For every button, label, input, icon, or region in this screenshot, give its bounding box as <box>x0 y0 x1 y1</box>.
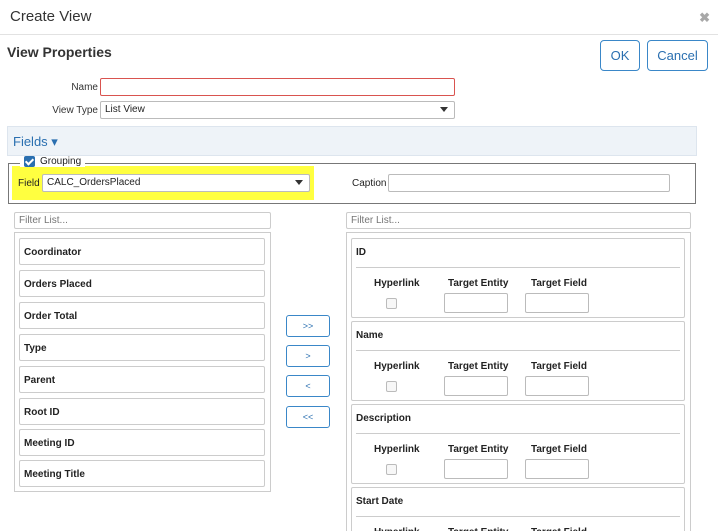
list-item[interactable]: Order Total <box>19 302 265 329</box>
caption-label: Caption <box>352 178 387 189</box>
available-list: Coordinator Orders Placed Order Total Ty… <box>14 232 271 492</box>
hyperlink-checkbox[interactable] <box>386 298 397 309</box>
grouping-legend: Grouping <box>20 156 86 167</box>
target-field-header: Target Field <box>531 444 587 455</box>
selected-field-card: ID Hyperlink Target Entity Target Field <box>351 238 685 318</box>
card-title: Description <box>356 413 412 424</box>
grouping-field-value: CALC_OrdersPlaced <box>47 177 141 188</box>
view-type-value: List View <box>105 104 145 115</box>
divider <box>356 516 680 517</box>
remove-button[interactable]: < <box>286 375 330 397</box>
close-icon[interactable]: ✖ <box>699 10 710 26</box>
grouping-checkbox[interactable] <box>24 156 35 167</box>
selected-list: ID Hyperlink Target Entity Target Field … <box>346 232 691 531</box>
dialog-titlebar <box>0 0 718 35</box>
caption-input[interactable] <box>388 174 670 192</box>
grouping-label: Grouping <box>40 156 82 167</box>
list-item[interactable]: Meeting Title <box>19 460 265 487</box>
add-all-button[interactable]: >> <box>286 315 330 337</box>
cancel-button[interactable]: Cancel <box>647 40 708 71</box>
divider <box>356 433 680 434</box>
list-item[interactable]: Orders Placed <box>19 270 265 297</box>
target-entity-input[interactable] <box>444 293 508 313</box>
grouping-field-label: Field <box>18 178 40 189</box>
target-entity-header: Target Entity <box>448 444 509 455</box>
list-item[interactable]: Coordinator <box>19 238 265 265</box>
target-field-input[interactable] <box>525 293 589 313</box>
grouping-field-select[interactable]: CALC_OrdersPlaced <box>42 174 310 192</box>
hyperlink-header: Hyperlink <box>374 444 420 455</box>
target-field-input[interactable] <box>525 376 589 396</box>
list-item[interactable]: Meeting ID <box>19 429 265 456</box>
target-entity-header: Target Entity <box>448 527 508 531</box>
chevron-down-icon <box>295 180 303 185</box>
target-field-header: Target Field <box>531 527 587 531</box>
target-field-header: Target Field <box>531 278 587 289</box>
view-type-label: View Type <box>52 105 98 116</box>
remove-all-button[interactable]: << <box>286 406 330 428</box>
view-type-select[interactable]: List View <box>100 101 455 119</box>
name-label: Name <box>71 82 98 93</box>
target-entity-header: Target Entity <box>448 278 509 289</box>
target-entity-header: Target Entity <box>448 361 509 372</box>
section-title: View Properties <box>7 44 112 60</box>
selected-field-card: Start Date Hyperlink Target Entity Targe… <box>351 487 685 531</box>
fields-toggle-label: Fields ▾ <box>13 134 58 149</box>
card-title: Start Date <box>356 496 404 507</box>
hyperlink-header: Hyperlink <box>374 278 420 289</box>
divider <box>356 350 680 351</box>
target-entity-input[interactable] <box>444 376 508 396</box>
hyperlink-checkbox[interactable] <box>386 381 397 392</box>
hyperlink-header: Hyperlink <box>374 361 420 372</box>
target-field-input[interactable] <box>525 459 589 479</box>
divider <box>356 267 680 268</box>
hyperlink-header: Hyperlink <box>374 527 420 531</box>
list-item[interactable]: Parent <box>19 366 265 393</box>
fields-section-toggle[interactable]: Fields ▾ <box>7 126 697 156</box>
selected-field-card: Description Hyperlink Target Entity Targ… <box>351 404 685 484</box>
ok-button[interactable]: OK <box>600 40 640 71</box>
card-title: Name <box>356 330 384 341</box>
selected-field-card: Name Hyperlink Target Entity Target Fiel… <box>351 321 685 401</box>
list-item[interactable]: Type <box>19 334 265 361</box>
chevron-down-icon <box>440 107 448 112</box>
available-filter-input[interactable] <box>14 212 271 229</box>
dialog-title: Create View <box>10 8 92 25</box>
hyperlink-checkbox[interactable] <box>386 464 397 475</box>
add-button[interactable]: > <box>286 345 330 367</box>
card-title: ID <box>356 247 366 258</box>
selected-filter-input[interactable] <box>346 212 691 229</box>
target-field-header: Target Field <box>531 361 587 372</box>
list-item[interactable]: Root ID <box>19 398 265 425</box>
target-entity-input[interactable] <box>444 459 508 479</box>
name-input[interactable] <box>100 78 455 96</box>
